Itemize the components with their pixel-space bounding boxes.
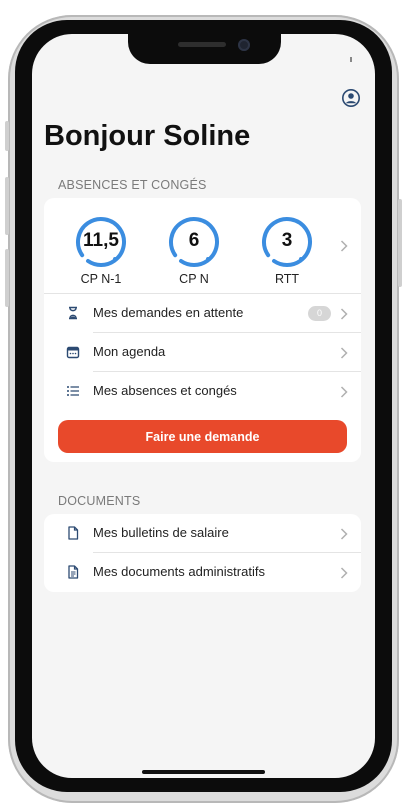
row-label: Mes bulletins de salaire — [93, 525, 229, 540]
volume-up-button — [5, 177, 9, 235]
notch — [128, 34, 281, 64]
list-icon — [67, 386, 79, 396]
calendar-icon — [66, 346, 80, 359]
absences-card: 11,5 CP N-1 6 CP N 3 RTT Mes demandes en… — [44, 198, 361, 462]
gauge-rtt: 3 — [259, 214, 315, 270]
row-label: Mon agenda — [93, 344, 166, 359]
documents-card: Mes bulletins de salaire Mes documents a… — [44, 514, 361, 592]
chevron-right-icon — [340, 308, 348, 320]
chevron-right-icon — [340, 347, 348, 359]
counter-label: RTT — [274, 272, 300, 286]
counter-rtt: 3 RTT — [252, 214, 322, 286]
speaker — [178, 42, 226, 47]
volume-down-button — [5, 249, 9, 307]
new-request-button[interactable]: Faire une demande — [58, 420, 347, 453]
camera — [238, 39, 250, 51]
counter-label: CP N-1 — [80, 272, 122, 286]
mute-switch — [5, 121, 9, 151]
gauge-value: 3 — [281, 230, 293, 251]
row-label: Mes documents administratifs — [93, 564, 265, 579]
counter-cp-n: 6 CP N — [159, 214, 229, 286]
counter-label: CP N — [179, 272, 209, 286]
leave-counters[interactable]: 11,5 CP N-1 6 CP N 3 RTT — [44, 198, 361, 294]
chevron-right-icon — [340, 386, 348, 398]
admin-documents-item[interactable]: Mes documents administratifs — [44, 553, 361, 592]
home-indicator[interactable] — [142, 770, 265, 774]
gauge-value: 11,5 — [83, 230, 119, 251]
row-label: Mes absences et congés — [93, 383, 237, 398]
counter-cp-n-1: 11,5 CP N-1 — [66, 214, 136, 286]
gauge-value: 6 — [188, 230, 200, 251]
gauge-cp-n-1: 11,5 — [73, 214, 129, 270]
row-label: Mes demandes en attente — [93, 305, 244, 320]
page-title: Bonjour Soline — [44, 120, 251, 152]
chevron-right-icon — [340, 528, 348, 540]
count-badge: 0 — [308, 306, 331, 321]
absences-section-title: ABSENCES ET CONGÉS — [58, 178, 207, 192]
documents-section-title: DOCUMENTS — [58, 494, 141, 508]
power-button — [398, 199, 402, 287]
chevron-right-icon — [340, 567, 348, 579]
absences-list-item[interactable]: Mes absences et congés — [44, 372, 361, 411]
status-indicator — [350, 57, 352, 62]
app-screen: Bonjour Soline ABSENCES ET CONGÉS 11,5 C… — [32, 34, 375, 778]
chevron-right-icon — [340, 240, 348, 252]
agenda-item[interactable]: Mon agenda — [44, 333, 361, 372]
hourglass-icon — [69, 306, 77, 320]
document-text-icon — [68, 565, 79, 579]
user-circle-icon[interactable] — [341, 88, 361, 108]
gauge-cp-n: 6 — [166, 214, 222, 270]
payslips-item[interactable]: Mes bulletins de salaire — [44, 514, 361, 553]
pending-requests-item[interactable]: Mes demandes en attente 0 — [44, 294, 361, 333]
document-icon — [68, 526, 79, 540]
